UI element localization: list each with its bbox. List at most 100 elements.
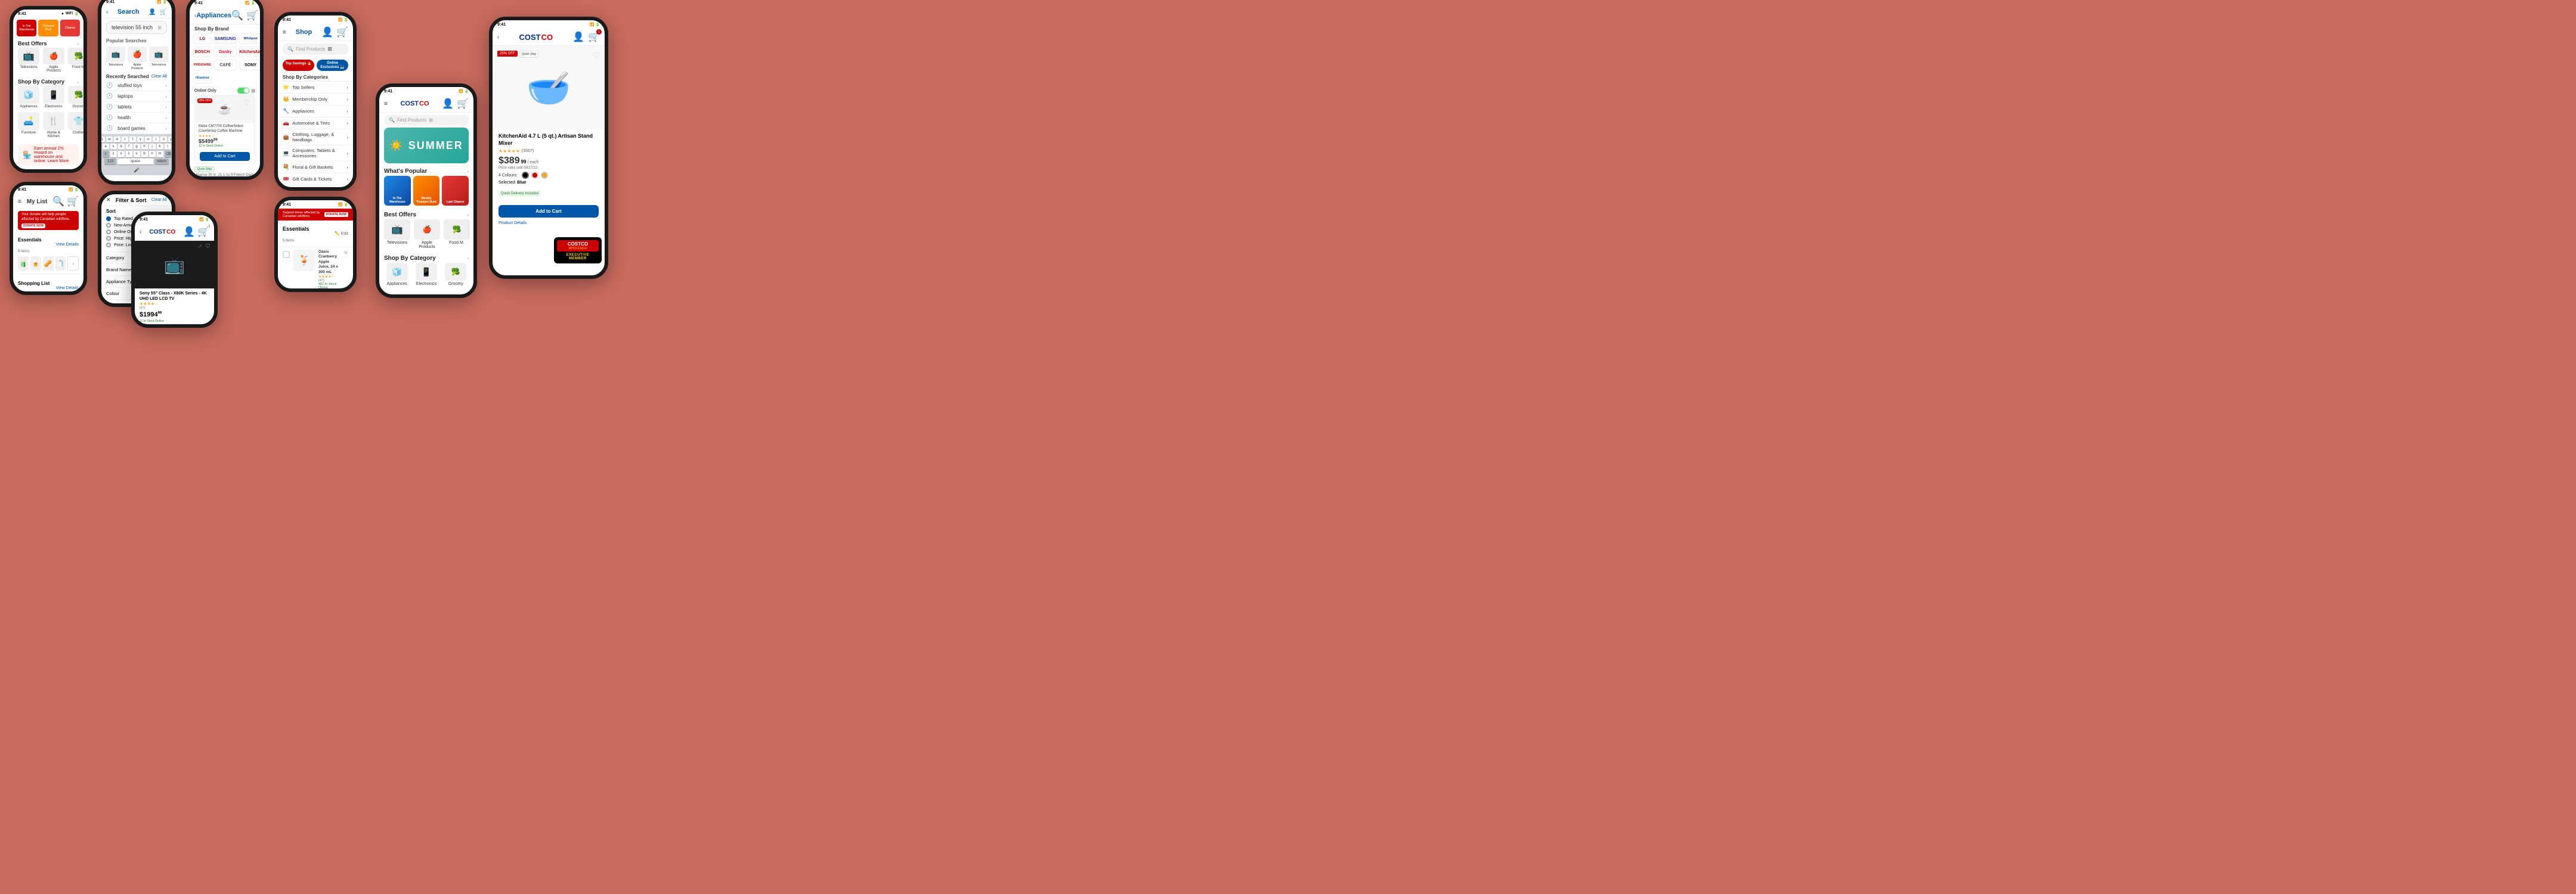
brand-lg[interactable]: LG: [193, 33, 212, 44]
key-backspace[interactable]: ⌫: [165, 151, 171, 157]
search-icon-3[interactable]: 🔍: [231, 10, 243, 21]
banner-chance[interactable]: Chance: [60, 20, 80, 36]
cat-top-sellers[interactable]: ⭐ Top Sellers ›: [278, 82, 353, 94]
offer-apple-9[interactable]: Apple Products: [414, 219, 440, 249]
key-d[interactable]: d: [118, 144, 125, 150]
recent-item-3[interactable]: 🕐 tablets ›: [101, 102, 172, 113]
back-icon-10[interactable]: ‹: [497, 34, 499, 41]
brand-sony[interactable]: SONY: [239, 60, 262, 70]
cat-electronics[interactable]: 📱 Electronics: [43, 86, 64, 108]
item-checkbox[interactable]: [283, 251, 290, 258]
cart-icon[interactable]: 🛒: [160, 9, 167, 15]
brand-cafe[interactable]: CAFÉ: [214, 60, 237, 70]
key-x[interactable]: x: [118, 151, 125, 157]
search-bar-9[interactable]: 🔍 Find Products ⊞: [384, 115, 469, 125]
key-return[interactable]: return: [154, 159, 169, 164]
shopping-view-details[interactable]: View Details: [56, 286, 79, 290]
brand-kitchenaid[interactable]: KitchenAid: [239, 46, 262, 57]
color-red-10[interactable]: [531, 172, 538, 179]
brand-bosch[interactable]: BOSCH: [193, 46, 212, 57]
list-item-2[interactable]: 🍺: [30, 256, 41, 271]
key-i[interactable]: i: [153, 136, 159, 142]
popular-card-warehouse[interactable]: In The Warehouse: [384, 176, 411, 206]
person-icon-9[interactable]: 👤: [442, 98, 454, 110]
list-arrow[interactable]: ›: [67, 256, 79, 271]
cart-item-close[interactable]: ✕: [343, 250, 348, 256]
offer-food-9[interactable]: Food M.: [444, 219, 470, 249]
cat-gift-cards[interactable]: 🎟️ Gift Cards & Tickets ›: [278, 173, 353, 185]
hamburger-icon-4[interactable]: ≡: [283, 29, 286, 36]
hamburger-icon-5[interactable]: ≡: [18, 198, 21, 205]
key-g[interactable]: g: [134, 144, 140, 150]
essentials-view-details[interactable]: View Details: [56, 243, 79, 247]
filter-clear-btn[interactable]: Clear All: [151, 198, 167, 202]
cat-kitchen[interactable]: Home & Kitchen: [43, 112, 64, 138]
key-k[interactable]: k: [157, 144, 163, 150]
summer-banner[interactable]: ☀️ SUMMER: [384, 128, 469, 163]
cat-appliances-shop[interactable]: 🔧 Appliances ›: [278, 105, 353, 117]
cat-electronics-9[interactable]: 📱 Electronics: [416, 263, 437, 286]
toggle-container[interactable]: ⊞: [237, 88, 255, 94]
cat-floral[interactable]: 💐 Floral & Gift Baskets ›: [278, 162, 353, 173]
cat-appliances-9[interactable]: Appliances: [386, 263, 408, 286]
shop-search[interactable]: 🔍 Find Products ⊞: [283, 44, 348, 55]
key-j[interactable]: j: [149, 144, 156, 150]
heart-btn-10[interactable]: ♡: [592, 51, 600, 61]
cat-clothes[interactable]: 👕 Clothes: [68, 112, 87, 138]
banner-warehouse[interactable]: In TheWarehouse: [17, 20, 36, 36]
key-l[interactable]: l: [165, 144, 171, 150]
person-icon-4[interactable]: 👤: [321, 26, 333, 38]
popular-thumb-1[interactable]: 📺 Televisions: [106, 46, 125, 70]
cart-icon-5[interactable]: 🛒: [67, 195, 79, 207]
key-b[interactable]: b: [141, 151, 148, 157]
key-m[interactable]: m: [157, 151, 163, 157]
color-orange-10[interactable]: [541, 172, 548, 179]
tab-top-savings[interactable]: Top Savings 🔥: [283, 60, 314, 71]
product-card-coffee[interactable]: 25% OFF ♡ Make CM7700 CoffeeSelect Count…: [194, 95, 255, 164]
donate-btn-8[interactable]: DONATE NOW: [324, 212, 348, 217]
add-to-cart-btn-coffee[interactable]: Add to Cart: [200, 152, 250, 161]
cart-icon-7[interactable]: 🛒1: [197, 226, 209, 238]
brand-frigidaire[interactable]: FRIGIDAIRE: [193, 60, 212, 70]
key-c[interactable]: c: [126, 151, 132, 157]
brand-danby[interactable]: Danby: [214, 46, 237, 57]
brand-whirlpool[interactable]: Whirlpool: [239, 33, 262, 44]
cat-furniture[interactable]: 🛋️ Furniture: [18, 112, 39, 138]
brand-samsung[interactable]: SAMSUNG: [214, 33, 237, 44]
cat-appliances[interactable]: Appliances: [18, 86, 39, 108]
key-p[interactable]: p: [168, 136, 175, 142]
recent-item-2[interactable]: 🕐 laptops ›: [101, 91, 172, 102]
key-e[interactable]: e: [114, 136, 120, 142]
color-black-10[interactable]: [522, 172, 529, 179]
key-r[interactable]: r: [122, 136, 128, 142]
key-123[interactable]: 123: [104, 159, 116, 164]
expand-icon-sony[interactable]: ↗: [197, 243, 202, 250]
key-y[interactable]: y: [137, 136, 144, 142]
cart-icon-4[interactable]: 🛒: [336, 26, 348, 38]
brand-hisense[interactable]: Hisense: [193, 73, 212, 83]
recent-item-5[interactable]: 🕐 board games ›: [101, 123, 172, 134]
recent-item-4[interactable]: 🕐 health ›: [101, 113, 172, 123]
edit-btn-8[interactable]: ✏️ Edit: [335, 231, 348, 236]
search-input-box[interactable]: television 55 inch ⊞: [106, 21, 167, 34]
filter-close-btn[interactable]: ✕: [106, 197, 111, 203]
key-f[interactable]: f: [126, 144, 132, 150]
mic-icon[interactable]: 🎤: [134, 167, 140, 173]
offer-card-apple[interactable]: Apple Products: [43, 48, 64, 73]
cat-grocery[interactable]: Grocery: [68, 86, 87, 108]
key-o[interactable]: o: [160, 136, 167, 142]
key-a[interactable]: a: [103, 144, 109, 150]
key-s[interactable]: s: [110, 144, 117, 150]
key-t[interactable]: t: [129, 136, 136, 142]
key-space[interactable]: space: [117, 159, 153, 164]
hamburger-icon-9[interactable]: ≡: [384, 101, 388, 107]
person-icon-10[interactable]: 👤: [572, 31, 584, 43]
key-u[interactable]: u: [145, 136, 151, 142]
key-w[interactable]: w: [106, 136, 113, 142]
offer-tv-9[interactable]: Televisions: [384, 219, 410, 249]
popular-thumb-3[interactable]: 📺 Televisions: [149, 46, 168, 70]
heart-icon-sony[interactable]: ♡: [205, 243, 210, 250]
person-icon[interactable]: 👤: [148, 9, 156, 15]
cat-grocery-9[interactable]: Grocery: [445, 263, 466, 286]
recent-item-1[interactable]: 🕐 stuffed toys ›: [101, 80, 172, 91]
